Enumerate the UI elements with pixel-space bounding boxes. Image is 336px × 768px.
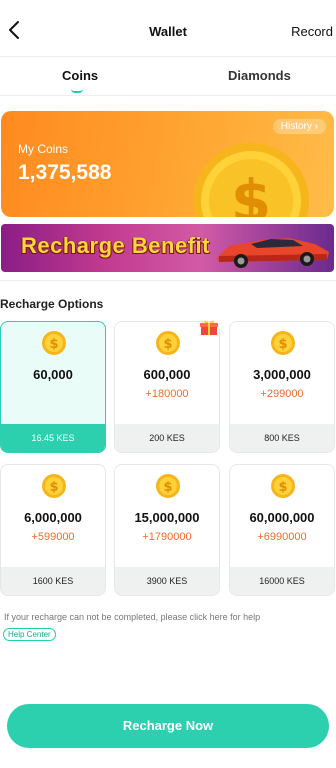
option-amount: 15,000,000 (134, 510, 200, 525)
history-button[interactable]: History › (272, 119, 326, 134)
sports-car-image (217, 238, 329, 268)
help-text: If your recharge can not be completed, p… (4, 612, 261, 622)
my-coins-label: My Coins (18, 142, 69, 156)
recharge-options-title: Recharge Options (0, 297, 104, 311)
option-price: 800 KES (230, 424, 334, 452)
recharge-option[interactable]: $ 3,000,000 +299000 800 KES (229, 321, 335, 453)
tab-diamonds[interactable]: Diamonds (228, 68, 291, 83)
large-coin-icon: $ (193, 143, 309, 217)
recharge-option[interactable]: $ 60,000,000 +6990000 16000 KES (229, 464, 335, 596)
coin-icon: $ (271, 474, 295, 498)
svg-text:$: $ (49, 480, 58, 495)
svg-text:$: $ (278, 337, 287, 352)
option-bonus: +6990000 (257, 531, 307, 543)
page-title: Wallet (149, 24, 187, 39)
section-divider (0, 280, 336, 281)
recharge-now-button[interactable]: Recharge Now (7, 704, 329, 748)
option-price: 3900 KES (115, 567, 219, 595)
option-price: 200 KES (115, 424, 219, 452)
option-amount: 600,000 (143, 367, 191, 382)
option-bonus: +1790000 (142, 531, 192, 543)
tab-bar: Coins Diamonds (0, 56, 336, 96)
option-bonus: +599000 (31, 531, 75, 543)
tab-coins[interactable]: Coins (62, 68, 98, 83)
coin-icon: $ (156, 474, 180, 498)
history-label: History (280, 121, 312, 132)
option-bonus: +180000 (145, 388, 189, 400)
svg-text:$: $ (163, 337, 172, 352)
recharge-option[interactable]: $ 600,000 +180000 200 KES (114, 321, 220, 453)
option-amount: 3,000,000 (253, 367, 311, 382)
option-price: 1600 KES (1, 567, 105, 595)
my-coins-card: $ History › My Coins 1,375,588 (1, 111, 334, 217)
svg-text:$: $ (278, 480, 287, 495)
coin-balance: 1,375,588 (18, 161, 112, 184)
recharge-option[interactable]: $ 6,000,000 +599000 1600 KES (0, 464, 106, 596)
recharge-option[interactable]: $ 15,000,000 +1790000 3900 KES (114, 464, 220, 596)
coin-icon: $ (156, 331, 180, 355)
coin-icon: $ (271, 331, 295, 355)
record-button[interactable]: Record (291, 24, 333, 39)
option-amount: 60,000 (33, 367, 73, 382)
option-price: 16000 KES (230, 567, 334, 595)
option-amount: 6,000,000 (24, 510, 82, 525)
option-amount: 60,000,000 (249, 510, 315, 525)
option-price: 16.45 KES (1, 424, 105, 452)
svg-text:$: $ (49, 337, 58, 352)
header: Wallet Record (0, 0, 336, 56)
gift-icon (200, 320, 218, 335)
coin-icon: $ (42, 331, 66, 355)
recharge-benefit-banner[interactable]: Recharge Benefit (1, 224, 334, 272)
svg-text:$: $ (163, 480, 172, 495)
banner-title: Recharge Benefit (21, 233, 210, 258)
coin-icon: $ (42, 474, 66, 498)
svg-text:$: $ (231, 167, 271, 217)
recharge-option[interactable]: $ 60,000 16.45 KES (0, 321, 106, 453)
help-center-link[interactable]: Help Center (3, 628, 56, 641)
option-bonus: +299000 (260, 388, 304, 400)
active-tab-indicator (71, 89, 83, 93)
chevron-right-icon: › (314, 121, 318, 132)
